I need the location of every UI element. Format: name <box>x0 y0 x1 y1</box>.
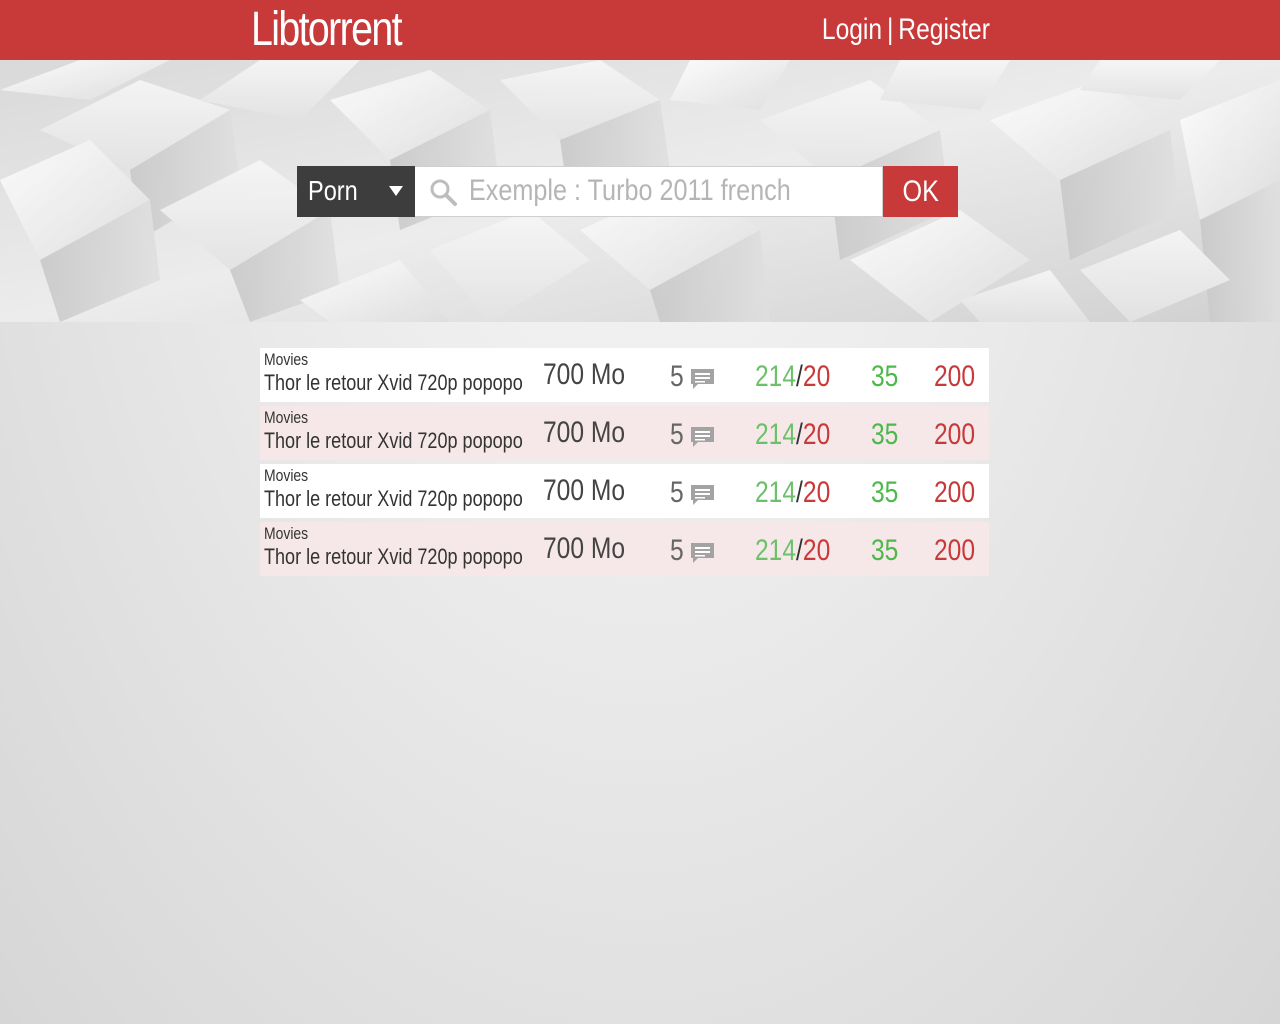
result-seeders: 214 <box>755 360 797 393</box>
auth-links: Login | Register <box>822 10 990 50</box>
result-completed: 35 <box>871 360 899 393</box>
category-select-value: Porn <box>308 175 358 206</box>
search-submit-label: OK <box>902 174 939 208</box>
result-completed: 35 <box>871 418 899 451</box>
search-input[interactable] <box>468 171 805 211</box>
result-comments-count: 5 <box>670 534 684 567</box>
result-size: 700 Mo <box>543 474 626 507</box>
comment-icon <box>691 485 714 505</box>
result-size: 700 Mo <box>543 416 626 449</box>
search-field <box>414 166 884 217</box>
result-category[interactable]: Movies <box>264 350 308 370</box>
result-row[interactable]: Movies Thor le retour Xvid 720p popopo 7… <box>260 522 989 576</box>
result-peers: 214/20 <box>755 534 830 568</box>
result-peers: 214/20 <box>755 360 830 394</box>
result-size: 700 Mo <box>543 532 626 565</box>
result-comments-count: 5 <box>670 476 684 509</box>
comment-icon <box>691 427 714 447</box>
result-seeders: 214 <box>755 418 797 451</box>
result-leechers: 20 <box>802 476 831 509</box>
top-bar: Libtorrent Login | Register <box>0 0 1280 60</box>
result-leechers: 20 <box>802 360 831 393</box>
result-comments-count: 5 <box>670 360 684 393</box>
search-bar: Porn OK <box>297 166 959 217</box>
comment-icon <box>691 543 714 563</box>
result-peers: 214/20 <box>755 476 830 510</box>
result-completed: 35 <box>871 534 899 567</box>
search-submit-button[interactable]: OK <box>883 166 959 217</box>
chevron-down-icon <box>388 186 403 196</box>
result-row[interactable]: Movies Thor le retour Xvid 720p popopo 7… <box>260 406 989 460</box>
result-category[interactable]: Movies <box>264 466 308 486</box>
result-row[interactable]: Movies Thor le retour Xvid 720p popopo 7… <box>260 464 989 518</box>
result-title[interactable]: Thor le retour Xvid 720p popopo <box>264 370 523 396</box>
result-comments-count: 5 <box>670 418 684 451</box>
site-logo[interactable]: Libtorrent <box>251 4 403 56</box>
result-leechers: 20 <box>802 534 831 567</box>
result-seeders: 214 <box>755 534 797 567</box>
category-select[interactable]: Porn <box>297 166 415 217</box>
register-link[interactable]: Register <box>898 13 990 46</box>
result-size: 700 Mo <box>543 358 626 391</box>
result-peers: 214/20 <box>755 418 830 452</box>
result-age: 200 <box>934 418 976 451</box>
result-title[interactable]: Thor le retour Xvid 720p popopo <box>264 428 523 454</box>
result-category[interactable]: Movies <box>264 408 308 428</box>
result-age: 200 <box>934 476 976 509</box>
result-age: 200 <box>934 360 976 393</box>
search-icon <box>430 179 457 206</box>
comment-icon <box>691 369 714 389</box>
result-completed: 35 <box>871 476 899 509</box>
result-title[interactable]: Thor le retour Xvid 720p popopo <box>264 544 523 570</box>
result-leechers: 20 <box>802 418 831 451</box>
results-list: Movies Thor le retour Xvid 720p popopo 7… <box>260 348 989 580</box>
result-category[interactable]: Movies <box>264 524 308 544</box>
auth-separator: | <box>887 13 894 46</box>
result-row[interactable]: Movies Thor le retour Xvid 720p popopo 7… <box>260 348 989 402</box>
result-title[interactable]: Thor le retour Xvid 720p popopo <box>264 486 523 512</box>
result-seeders: 214 <box>755 476 797 509</box>
result-age: 200 <box>934 534 976 567</box>
login-link[interactable]: Login <box>822 13 882 46</box>
